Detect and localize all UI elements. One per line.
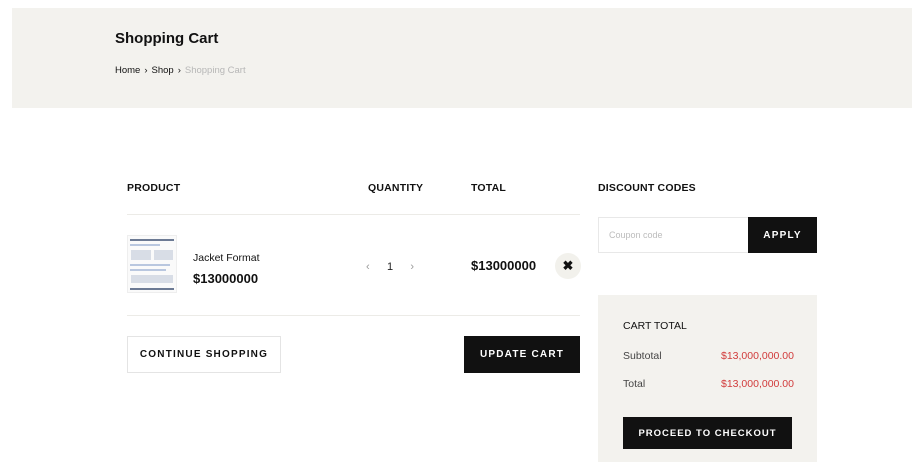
apply-coupon-button[interactable]: APPLY [748, 217, 817, 253]
continue-shopping-button[interactable]: CONTINUE SHOPPING [127, 336, 281, 373]
breadcrumb-current: Shopping Cart [184, 65, 246, 76]
column-header-total: TOTAL [471, 182, 507, 194]
quantity-value[interactable]: 1 [387, 261, 393, 273]
update-cart-button[interactable]: UPDATE CART [464, 336, 580, 373]
page-title: Shopping Cart [115, 30, 219, 47]
breadcrumb-shop-link[interactable]: Shop [152, 65, 174, 76]
breadcrumb-separator-icon: › [144, 65, 148, 76]
product-thumbnail[interactable] [127, 235, 177, 293]
decrease-quantity-icon[interactable]: ‹ [366, 261, 370, 273]
column-header-quantity: QUANTITY [368, 182, 424, 194]
subtotal-value: $13,000,000.00 [721, 350, 794, 362]
coupon-code-input[interactable] [598, 217, 748, 253]
subtotal-row: Subtotal $13,000,000.00 [623, 350, 794, 362]
increase-quantity-icon[interactable]: › [410, 261, 414, 273]
remove-item-button[interactable]: ✖ [555, 253, 581, 279]
product-price: $13000000 [193, 271, 259, 286]
subtotal-label: Subtotal [623, 350, 662, 362]
total-label: Total [623, 378, 646, 390]
discount-codes-title: DISCOUNT CODES [598, 182, 696, 194]
breadcrumb-home-link[interactable]: Home [115, 65, 140, 76]
divider [127, 214, 580, 215]
total-row: Total $13,000,000.00 [623, 378, 794, 390]
breadcrumb-separator-icon: › [177, 65, 181, 76]
line-total: $13000000 [471, 258, 537, 273]
total-value: $13,000,000.00 [721, 378, 794, 390]
page-header-banner [12, 8, 912, 108]
column-header-product: PRODUCT [127, 182, 181, 194]
cart-total-panel: CART TOTAL Subtotal $13,000,000.00 Total… [598, 295, 817, 462]
close-icon: ✖ [562, 258, 574, 273]
breadcrumb: Home › Shop › Shopping Cart [115, 65, 246, 76]
quantity-stepper: ‹ 1 › [366, 259, 414, 275]
divider [127, 315, 580, 316]
proceed-to-checkout-button[interactable]: PROCEED TO CHECKOUT [623, 417, 792, 449]
cart-total-title: CART TOTAL [623, 320, 687, 332]
product-name[interactable]: Jacket Format [193, 252, 260, 264]
